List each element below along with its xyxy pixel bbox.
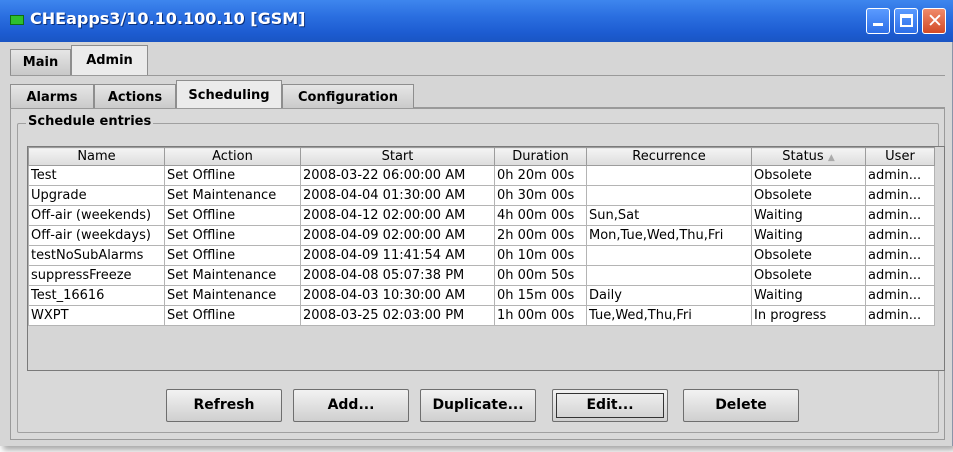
maximize-button[interactable] — [894, 8, 918, 34]
status-header-label: Status — [782, 149, 824, 164]
group-title: Schedule entries — [26, 114, 154, 129]
cell-recurrence: Sun,Sat — [586, 205, 752, 226]
cell-user: admin... — [865, 245, 935, 266]
table-row[interactable]: Test_16616 Set Maintenance 2008-04-03 10… — [28, 285, 935, 306]
cell-user: admin... — [865, 185, 935, 206]
cell-duration: 0h 30m 00s — [494, 185, 587, 206]
add-button[interactable]: Add... — [293, 389, 409, 422]
cell-recurrence: Daily — [586, 285, 752, 306]
table-row[interactable]: WXPT Set Offline 2008-03-25 02:03:00 PM … — [28, 305, 935, 326]
cell-status: Obsolete — [751, 245, 866, 266]
cell-status: Obsolete — [751, 165, 866, 186]
cell-status: Obsolete — [751, 185, 866, 206]
cell-user: admin... — [865, 285, 935, 306]
table-row[interactable]: Test Set Offline 2008-03-22 06:00:00 AM … — [28, 165, 935, 186]
cell-action: Set Offline — [164, 205, 301, 226]
cell-duration: 0h 15m 00s — [494, 285, 587, 306]
cell-duration: 4h 00m 00s — [494, 205, 587, 226]
tab-configuration[interactable]: Configuration — [282, 84, 414, 110]
cell-name: Upgrade — [28, 185, 165, 206]
column-header-start[interactable]: Start — [300, 147, 495, 166]
cell-recurrence — [586, 265, 752, 286]
table-row[interactable]: Upgrade Set Maintenance 2008-04-04 01:30… — [28, 185, 935, 206]
cell-recurrence: Tue,Wed,Thu,Fri — [586, 305, 752, 326]
cell-action: Set Offline — [164, 165, 301, 186]
table-row[interactable]: testNoSubAlarms Set Offline 2008-04-09 1… — [28, 245, 935, 266]
cell-user: admin... — [865, 265, 935, 286]
tab-admin[interactable]: Admin — [71, 45, 148, 75]
cell-recurrence: Mon,Tue,Wed,Thu,Fri — [586, 225, 752, 246]
column-header-user[interactable]: User — [865, 147, 935, 166]
cell-status: Waiting — [751, 205, 866, 226]
cell-action: Set Offline — [164, 305, 301, 326]
cell-start: 2008-04-04 01:30:00 AM — [300, 185, 495, 206]
table-row[interactable]: suppressFreeze Set Maintenance 2008-04-0… — [28, 265, 935, 286]
cell-start: 2008-04-09 02:00:00 AM — [300, 225, 495, 246]
cell-start: 2008-04-03 10:30:00 AM — [300, 285, 495, 306]
tab-main[interactable]: Main — [10, 49, 71, 75]
cell-user: admin... — [865, 205, 935, 226]
cell-start: 2008-04-09 11:41:54 AM — [300, 245, 495, 266]
close-button[interactable]: ✕ — [922, 8, 946, 34]
tab-alarms[interactable]: Alarms — [10, 84, 94, 110]
cell-user: admin... — [865, 165, 935, 186]
app-icon — [10, 15, 24, 25]
cell-duration: 1h 00m 00s — [494, 305, 587, 326]
column-header-status[interactable]: Status ▲ — [751, 147, 866, 166]
cell-name: Test_16616 — [28, 285, 165, 306]
cell-name: Off-air (weekdays) — [28, 225, 165, 246]
column-header-recurrence[interactable]: Recurrence — [586, 147, 752, 166]
cell-status: Waiting — [751, 225, 866, 246]
cell-name: suppressFreeze — [28, 265, 165, 286]
cell-user: admin... — [865, 305, 935, 326]
cell-action: Set Maintenance — [164, 285, 301, 306]
window-title: CHEapps3/10.10.100.10 [GSM] — [30, 9, 306, 28]
minimize-button[interactable] — [866, 8, 890, 34]
tab-actions[interactable]: Actions — [94, 84, 176, 110]
table-row[interactable]: Off-air (weekends) Set Offline 2008-04-1… — [28, 205, 935, 226]
main-tab-divider — [10, 75, 945, 76]
schedule-table: Name Action Start Duration Recurrence St… — [28, 147, 935, 326]
cell-start: 2008-03-25 02:03:00 PM — [300, 305, 495, 326]
cell-user: admin... — [865, 225, 935, 246]
cell-status: In progress — [751, 305, 866, 326]
refresh-button[interactable]: Refresh — [166, 389, 282, 422]
schedule-table-container[interactable]: Name Action Start Duration Recurrence St… — [27, 146, 945, 371]
cell-action: Set Offline — [164, 245, 301, 266]
cell-name: testNoSubAlarms — [28, 245, 165, 266]
cell-duration: 2h 00m 00s — [494, 225, 587, 246]
cell-action: Set Maintenance — [164, 185, 301, 206]
cell-name: WXPT — [28, 305, 165, 326]
cell-recurrence — [586, 165, 752, 186]
cell-recurrence — [586, 245, 752, 266]
cell-name: Test — [28, 165, 165, 186]
cell-action: Set Maintenance — [164, 265, 301, 286]
cell-recurrence — [586, 185, 752, 206]
minimize-icon — [873, 23, 883, 26]
cell-action: Set Offline — [164, 225, 301, 246]
cell-duration: 0h 00m 50s — [494, 265, 587, 286]
cell-name: Off-air (weekends) — [28, 205, 165, 226]
duplicate-button[interactable]: Duplicate... — [420, 389, 536, 422]
cell-status: Obsolete — [751, 265, 866, 286]
column-header-duration[interactable]: Duration — [494, 147, 587, 166]
tab-scheduling[interactable]: Scheduling — [176, 80, 282, 110]
close-icon: ✕ — [927, 10, 943, 32]
application-window: CHEapps3/10.10.100.10 [GSM] ✕ Main Admin… — [0, 0, 953, 446]
cell-start: 2008-04-08 05:07:38 PM — [300, 265, 495, 286]
maximize-icon — [900, 14, 913, 27]
table-header-row: Name Action Start Duration Recurrence St… — [28, 147, 935, 166]
title-bar[interactable]: CHEapps3/10.10.100.10 [GSM] ✕ — [0, 0, 953, 42]
cell-start: 2008-04-12 02:00:00 AM — [300, 205, 495, 226]
delete-button[interactable]: Delete — [683, 389, 799, 422]
sort-ascending-icon: ▲ — [827, 153, 835, 163]
cell-start: 2008-03-22 06:00:00 AM — [300, 165, 495, 186]
cell-duration: 0h 20m 00s — [494, 165, 587, 186]
cell-duration: 0h 10m 00s — [494, 245, 587, 266]
cell-status: Waiting — [751, 285, 866, 306]
edit-button[interactable]: Edit... — [552, 389, 668, 422]
column-header-name[interactable]: Name — [28, 147, 165, 166]
column-header-action[interactable]: Action — [164, 147, 301, 166]
table-row[interactable]: Off-air (weekdays) Set Offline 2008-04-0… — [28, 225, 935, 246]
